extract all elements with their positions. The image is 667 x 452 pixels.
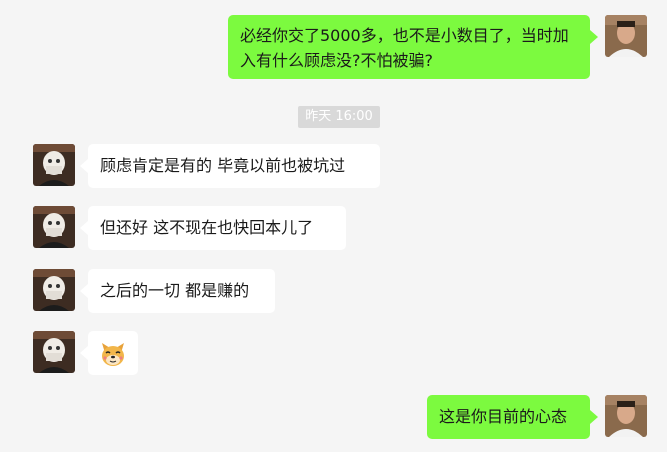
bubble-tail bbox=[80, 284, 88, 298]
bubble-tail bbox=[80, 159, 88, 173]
bubble-tail bbox=[590, 30, 598, 44]
avatar-other[interactable] bbox=[33, 206, 75, 248]
message-bubble-me[interactable]: 这是你目前的心态 bbox=[427, 395, 590, 439]
avatar-other[interactable] bbox=[33, 269, 75, 311]
message-bubble-other[interactable] bbox=[88, 331, 138, 375]
message-bubble-other[interactable]: 之后的一切 都是赚的 bbox=[88, 269, 275, 313]
message-bubble-other[interactable]: 顾虑肯定是有的 毕竟以前也被坑过 bbox=[88, 144, 380, 188]
avatar-me[interactable] bbox=[605, 395, 647, 437]
avatar-other-image bbox=[33, 331, 75, 373]
avatar-other[interactable] bbox=[33, 331, 75, 373]
message-text: 之后的一切 都是赚的 bbox=[100, 281, 250, 300]
message-text: 但还好 这不现在也快回本儿了 bbox=[100, 218, 314, 237]
avatar-other-image bbox=[33, 206, 75, 248]
chat-timestamp: 昨天 16:00 bbox=[298, 106, 380, 128]
avatar-other-image bbox=[33, 269, 75, 311]
avatar-me[interactable] bbox=[605, 15, 647, 57]
bubble-tail bbox=[80, 221, 88, 235]
avatar-other-image bbox=[33, 144, 75, 186]
avatar-other[interactable] bbox=[33, 144, 75, 186]
message-bubble-me[interactable]: 必经你交了5000多，也不是小数目了，当时加入有什么顾虑没?不怕被骗? bbox=[228, 15, 590, 79]
doge-face-emoji-icon bbox=[102, 343, 124, 366]
avatar-me-image bbox=[605, 15, 647, 57]
bubble-tail bbox=[590, 410, 598, 424]
avatar-me-image bbox=[605, 395, 647, 437]
message-text: 这是你目前的心态 bbox=[439, 407, 568, 426]
message-text: 顾虑肯定是有的 毕竟以前也被坑过 bbox=[100, 156, 346, 175]
bubble-tail bbox=[80, 346, 88, 360]
message-bubble-other[interactable]: 但还好 这不现在也快回本儿了 bbox=[88, 206, 346, 250]
message-text: 必经你交了5000多，也不是小数目了，当时加入有什么顾虑没?不怕被骗? bbox=[240, 26, 569, 70]
